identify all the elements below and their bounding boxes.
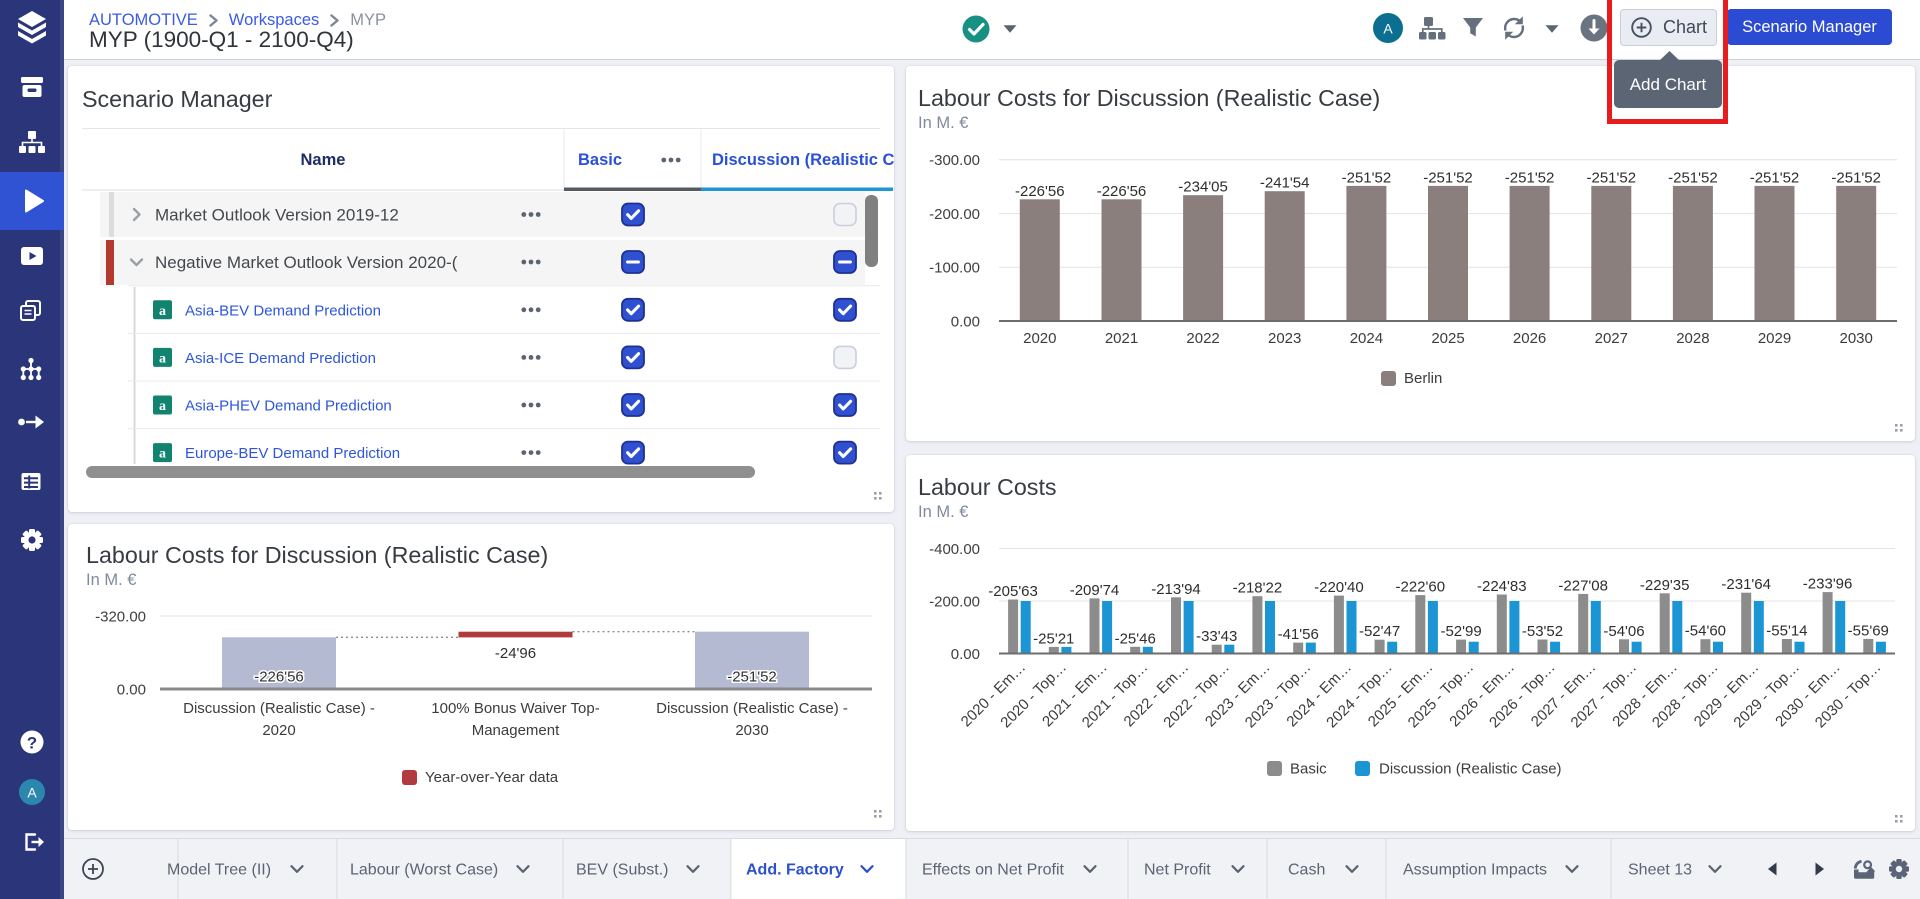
svg-text:Market Outlook Version 2019-12: Market Outlook Version 2019-12	[155, 206, 399, 225]
svg-text:-251'52: -251'52	[1342, 169, 1392, 186]
svg-text:Discussion (Realistic Case) -: Discussion (Realistic Case) -	[183, 700, 375, 717]
svg-text:-231'64: -231'64	[1721, 576, 1771, 593]
svg-text:-241'54: -241'54	[1260, 175, 1310, 192]
svg-text:-200.00: -200.00	[929, 206, 980, 223]
svg-text:-220'40: -220'40	[1314, 579, 1364, 596]
svg-text:Effects on Net Profit: Effects on Net Profit	[922, 862, 1065, 879]
svg-text:-213'94: -213'94	[1151, 581, 1201, 598]
svg-text:-52'47: -52'47	[1359, 623, 1400, 640]
svg-text:Cash: Cash	[1288, 862, 1325, 879]
svg-text:2022: 2022	[1186, 330, 1219, 347]
svg-text:-222'60: -222'60	[1396, 579, 1446, 596]
svg-text:Add. Factory: Add. Factory	[746, 862, 844, 879]
svg-text:-54'60: -54'60	[1685, 623, 1726, 640]
svg-text:2020: 2020	[1023, 330, 1056, 347]
svg-text:-226'56: -226'56	[1097, 183, 1147, 200]
svg-text:-33'43: -33'43	[1196, 628, 1237, 645]
svg-text:2025: 2025	[1431, 330, 1464, 347]
svg-text:-52'99: -52'99	[1440, 623, 1481, 640]
svg-text:Asia-ICE Demand Prediction: Asia-ICE Demand Prediction	[185, 350, 376, 367]
svg-text:0.00: 0.00	[117, 681, 146, 698]
svg-text:-209'74: -209'74	[1070, 582, 1120, 599]
svg-text:-226'56: -226'56	[254, 669, 304, 686]
svg-text:-251'52: -251'52	[727, 669, 777, 686]
svg-text:2030: 2030	[735, 722, 768, 739]
svg-text:A: A	[27, 785, 37, 801]
svg-text:-25'21: -25'21	[1033, 630, 1074, 647]
svg-text:-233'96: -233'96	[1803, 576, 1853, 593]
svg-text:a: a	[159, 399, 166, 414]
svg-text:a: a	[159, 351, 166, 366]
svg-text:-251'52: -251'52	[1750, 169, 1800, 186]
svg-text:2030: 2030	[1840, 330, 1873, 347]
svg-text:Europe-BEV Demand Prediction: Europe-BEV Demand Prediction	[185, 445, 400, 462]
svg-text:2024: 2024	[1350, 330, 1383, 347]
svg-text:Management: Management	[472, 722, 560, 739]
svg-text:-25'46: -25'46	[1115, 630, 1156, 647]
svg-text:Scenario Manager: Scenario Manager	[82, 86, 273, 112]
svg-text:Sheet 13: Sheet 13	[1628, 862, 1692, 879]
svg-text:Asia-BEV Demand Prediction: Asia-BEV Demand Prediction	[185, 302, 381, 319]
svg-text:Model Tree (II): Model Tree (II)	[167, 862, 271, 879]
svg-text:Basic: Basic	[578, 151, 622, 169]
svg-text:Discussion (Realistic Case): Discussion (Realistic Case)	[1379, 761, 1562, 778]
svg-text:-300.00: -300.00	[929, 152, 980, 169]
svg-text:Negative Market Outlook Versio: Negative Market Outlook Version 2020-(	[155, 253, 458, 272]
svg-text:-234'05: -234'05	[1178, 179, 1228, 196]
svg-text:2028: 2028	[1676, 330, 1709, 347]
svg-text:2020: 2020	[262, 722, 295, 739]
svg-text:2021: 2021	[1105, 330, 1138, 347]
svg-text:Basic: Basic	[1290, 761, 1327, 778]
svg-text:-53'52: -53'52	[1522, 623, 1563, 640]
svg-text:-55'14: -55'14	[1766, 623, 1807, 640]
svg-text:2029: 2029	[1758, 330, 1791, 347]
svg-text:-55'69: -55'69	[1848, 622, 1889, 639]
svg-text:Berlin: Berlin	[1404, 370, 1442, 387]
svg-text:-229'35: -229'35	[1640, 577, 1690, 594]
svg-text:-251'52: -251'52	[1668, 169, 1718, 186]
svg-text:-251'52: -251'52	[1423, 169, 1473, 186]
svg-text:-200.00: -200.00	[929, 593, 980, 610]
svg-text:-224'83: -224'83	[1477, 578, 1527, 595]
svg-text:Year-over-Year data: Year-over-Year data	[425, 769, 559, 786]
svg-text:-54'06: -54'06	[1603, 623, 1644, 640]
svg-text:2027: 2027	[1595, 330, 1628, 347]
svg-text:-251'52: -251'52	[1587, 169, 1637, 186]
svg-text:Assumption Impacts: Assumption Impacts	[1403, 862, 1547, 879]
svg-text:?: ?	[27, 734, 37, 753]
svg-text:-400.00: -400.00	[929, 541, 980, 558]
svg-text:-251'52: -251'52	[1505, 169, 1555, 186]
svg-text:-41'56: -41'56	[1278, 626, 1319, 643]
svg-text:Discussion (Realistic C: Discussion (Realistic C	[712, 151, 894, 169]
svg-text:-205'63: -205'63	[988, 583, 1038, 600]
svg-text:-320.00: -320.00	[95, 608, 146, 625]
svg-text:a: a	[159, 447, 166, 462]
svg-text:-100.00: -100.00	[929, 260, 980, 277]
svg-text:-251'52: -251'52	[1831, 169, 1881, 186]
svg-text:Name: Name	[301, 151, 346, 169]
svg-text:-227'08: -227'08	[1558, 577, 1608, 594]
svg-text:Net Profit: Net Profit	[1144, 862, 1211, 879]
svg-text:2026: 2026	[1513, 330, 1546, 347]
svg-text:Discussion (Realistic Case) -: Discussion (Realistic Case) -	[656, 700, 848, 717]
svg-text:0.00: 0.00	[951, 646, 980, 663]
svg-text:-24'96: -24'96	[495, 645, 536, 662]
svg-text:a: a	[159, 304, 166, 319]
svg-text:0.00: 0.00	[951, 313, 980, 330]
svg-text:-218'22: -218'22	[1233, 580, 1283, 597]
svg-text:A: A	[1383, 21, 1393, 37]
svg-text:Labour (Worst Case): Labour (Worst Case)	[350, 862, 498, 879]
svg-text:2023: 2023	[1268, 330, 1301, 347]
svg-text:Asia-PHEV Demand Prediction: Asia-PHEV Demand Prediction	[185, 398, 392, 415]
svg-text:100% Bonus Waiver Top-: 100% Bonus Waiver Top-	[431, 700, 599, 717]
svg-text:BEV (Subst.): BEV (Subst.)	[576, 862, 668, 879]
svg-text:-226'56: -226'56	[1015, 183, 1065, 200]
